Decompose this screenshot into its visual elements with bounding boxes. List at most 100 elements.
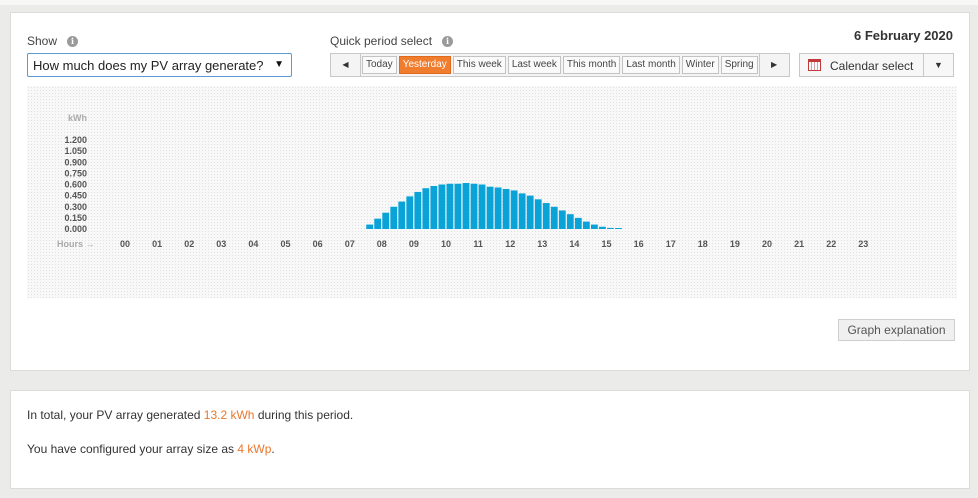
- x-tick-label: 12: [505, 239, 515, 249]
- y-tick-label: 0.750: [64, 168, 87, 178]
- chart-bar[interactable]: [518, 193, 526, 229]
- chart-bar[interactable]: [598, 226, 606, 230]
- chart-bar[interactable]: [574, 217, 582, 230]
- summary-panel: In total, your PV array generated 13.2 k…: [10, 390, 970, 489]
- chart-bar[interactable]: [430, 185, 438, 229]
- period-button-this-month[interactable]: This month: [562, 56, 621, 74]
- chart-bar[interactable]: [382, 212, 390, 229]
- graph-panel: Show i How much does my PV array generat…: [10, 12, 970, 371]
- calendar-icon: [808, 59, 821, 71]
- chart-bar[interactable]: [502, 188, 510, 229]
- chart-bar[interactable]: [615, 228, 622, 229]
- x-tick-label: 09: [409, 239, 419, 249]
- period-button-yesterday[interactable]: Yesterday: [398, 56, 451, 74]
- chart-bar[interactable]: [534, 199, 542, 229]
- y-tick-label: 1.200: [64, 135, 87, 145]
- chart-bar[interactable]: [582, 221, 590, 229]
- x-tick-label: 07: [345, 239, 355, 249]
- chart-bar[interactable]: [478, 184, 486, 230]
- period-button-group: Today Yesterday This week Last week This mon…: [361, 54, 759, 76]
- generation-chart: kWh0.0000.1500.3000.4500.6000.7500.9001.…: [57, 113, 868, 249]
- top-edge: [0, 0, 978, 5]
- chart-bar[interactable]: [422, 188, 430, 229]
- summary-array-prefix: You have configured your array size as: [27, 442, 235, 456]
- x-tick-label: 20: [762, 239, 772, 249]
- period-button-last-month[interactable]: Last month: [622, 56, 680, 74]
- y-tick-label: 0.150: [64, 213, 87, 223]
- y-tick-label: 1.050: [64, 146, 87, 156]
- x-tick-label: 00: [120, 239, 130, 249]
- chart-bar[interactable]: [607, 227, 614, 229]
- date-title: 6 February 2020: [853, 28, 953, 43]
- period-button-today[interactable]: Today: [362, 56, 397, 74]
- chevron-left-icon[interactable]: ◀: [331, 54, 361, 76]
- info-icon[interactable]: i: [442, 36, 453, 47]
- x-tick-label: 16: [634, 239, 644, 249]
- chevron-down-icon[interactable]: ▼: [923, 54, 953, 76]
- y-tick-label: 0.000: [64, 224, 87, 234]
- x-tick-label: 17: [666, 239, 676, 249]
- graph-explanation-button[interactable]: Graph explanation: [838, 319, 955, 341]
- x-tick-label: 06: [313, 239, 323, 249]
- chart-bar[interactable]: [446, 183, 454, 229]
- chart-bar[interactable]: [510, 190, 518, 229]
- summary-array-suffix: .: [271, 442, 275, 456]
- x-tick-label: 19: [730, 239, 740, 249]
- quick-period-bar: ◀ Today Yesterday This week Last week This m…: [330, 53, 790, 77]
- x-tick-label: 08: [377, 239, 387, 249]
- chart-bar[interactable]: [454, 183, 462, 229]
- show-select-value: How much does my PV array generate?: [33, 58, 264, 73]
- x-tick-label: 14: [569, 239, 579, 249]
- chevron-down-icon: ▼: [274, 59, 284, 70]
- chart-bar[interactable]: [398, 201, 406, 229]
- x-tick-label: 05: [280, 239, 290, 249]
- period-button-this-week[interactable]: This week: [452, 56, 506, 74]
- x-tick-label: 15: [601, 239, 611, 249]
- summary-total-prefix: In total, your PV array generated: [27, 408, 201, 422]
- chart-bar[interactable]: [374, 218, 382, 229]
- chart-bar[interactable]: [590, 224, 598, 229]
- x-tick-label: 01: [152, 239, 162, 249]
- chart-bar[interactable]: [406, 196, 414, 229]
- quick-period-label: Quick period select: [330, 34, 433, 48]
- x-tick-label: 22: [826, 239, 836, 249]
- x-tick-label: 13: [537, 239, 547, 249]
- chart-bar[interactable]: [486, 186, 494, 229]
- x-tick-label: 11: [473, 239, 483, 249]
- x-tick-label: 18: [698, 239, 708, 249]
- chart-bar[interactable]: [494, 187, 502, 229]
- chart-bar[interactable]: [470, 183, 478, 229]
- x-tick-label: 04: [248, 239, 258, 249]
- chart-bar[interactable]: [566, 214, 574, 229]
- period-button-winter[interactable]: Winter: [681, 56, 719, 74]
- chart-bar[interactable]: [390, 206, 398, 229]
- y-tick-label: 0.900: [64, 157, 87, 167]
- chart-bar[interactable]: [558, 210, 566, 229]
- chart-bar[interactable]: [542, 203, 550, 229]
- chart-bar[interactable]: [438, 184, 446, 230]
- chart-bar[interactable]: [526, 195, 534, 230]
- summary-total-value: 13.2 kWh: [203, 408, 255, 422]
- chart-bar[interactable]: [414, 191, 422, 229]
- period-button-spring[interactable]: Spring: [720, 56, 758, 74]
- chart-bar[interactable]: [550, 206, 558, 229]
- chart-area: kWh 0.000 0.150 0.300 0.450 0.600 0.750 0.900 1.…: [27, 86, 957, 298]
- y-tick-label: 0.450: [64, 191, 87, 201]
- info-icon[interactable]: i: [67, 36, 78, 47]
- chart-bar[interactable]: [462, 183, 470, 229]
- calendar-select-label: Calendar select: [830, 59, 914, 73]
- x-tick-label: 10: [441, 239, 451, 249]
- y-tick-label: 0.600: [64, 180, 87, 190]
- summary-total-suffix: during this period.: [257, 408, 354, 422]
- show-select[interactable]: How much does my PV array generate? ▼: [27, 53, 292, 77]
- x-tick-label: 21: [794, 239, 804, 249]
- x-tick-label: 03: [216, 239, 226, 249]
- show-label: Show: [27, 34, 58, 48]
- period-button-last-week[interactable]: Last week: [507, 56, 561, 74]
- y-tick-label: 0.300: [64, 202, 87, 212]
- chevron-right-icon[interactable]: ▶: [758, 54, 789, 76]
- x-axis-label: Hours →: [57, 239, 95, 249]
- summary-array-value: 4 kWp: [237, 442, 272, 456]
- calendar-select-button[interactable]: Calendar select ▼: [799, 53, 954, 77]
- chart-bar[interactable]: [366, 224, 374, 229]
